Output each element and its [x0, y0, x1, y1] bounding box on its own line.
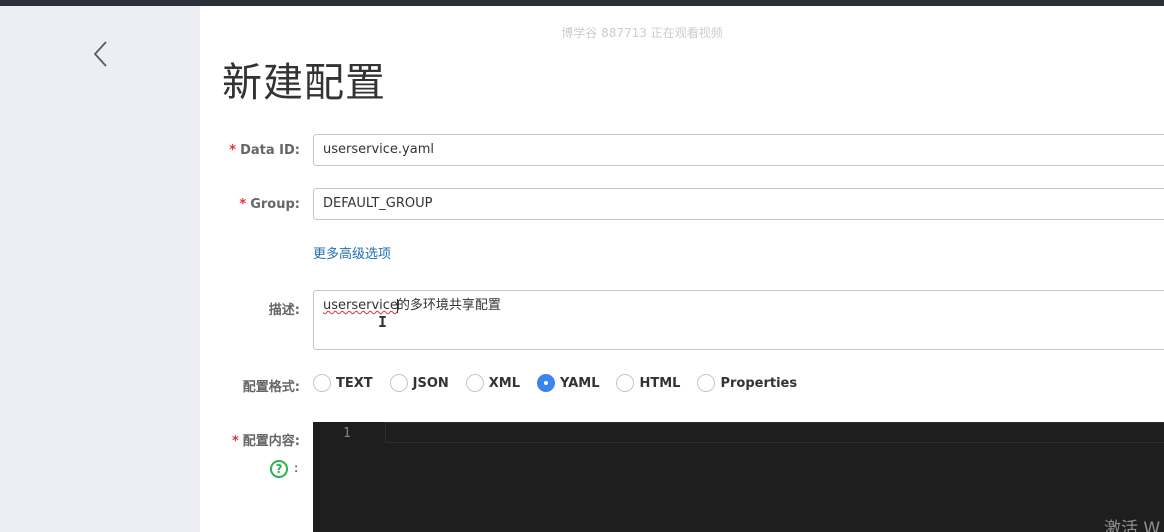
left-rail [0, 6, 200, 532]
required-mark: * [229, 143, 237, 158]
radio-circle [313, 374, 331, 392]
group-input[interactable]: DEFAULT_GROUP [313, 188, 1164, 220]
format-radio-group: TEXT JSON XML YAML HTML Properties [313, 373, 814, 393]
main-panel: 博学谷 887713 正在观看视频 新建配置 * Data ID: userser… [200, 6, 1164, 532]
radio-circle [465, 374, 484, 392]
radio-circle [697, 374, 716, 392]
format-option-properties[interactable]: Properties [697, 374, 797, 392]
description-text: 的多环境共享配置 [396, 298, 501, 313]
page-title: 新建配置 [222, 60, 386, 106]
format-option-text[interactable]: TEXT [313, 374, 373, 392]
description-textarea[interactable]: userservice的多环境共享配置 I [313, 290, 1164, 350]
required-mark: * [231, 434, 239, 449]
back-button[interactable] [88, 38, 112, 70]
description-label: 描述: [268, 303, 300, 318]
help-colon: : [294, 460, 299, 475]
current-line-highlight [385, 422, 1164, 443]
group-label: * Group: [239, 197, 300, 212]
line-number: 1 [343, 426, 351, 441]
format-option-yaml[interactable]: YAML [537, 374, 599, 392]
format-option-html[interactable]: HTML [616, 374, 680, 392]
video-watermark: 博学谷 887713 正在观看视频 [561, 26, 723, 40]
format-label: 配置格式: [242, 380, 300, 395]
data-id-label: * Data ID: [229, 143, 300, 158]
format-option-json[interactable]: JSON [389, 374, 449, 392]
chevron-left-icon [93, 41, 107, 67]
windows-activation-overlay: 激活 W [1104, 519, 1161, 532]
required-mark: * [239, 197, 247, 212]
radio-circle-selected [537, 374, 556, 392]
ibeam-cursor-icon: I [378, 313, 388, 331]
data-id-input[interactable]: userservice.yaml [313, 134, 1164, 166]
data-id-value: userservice.yaml [323, 142, 434, 157]
radio-circle [389, 374, 408, 392]
description-misspelled-text: userservice [323, 298, 398, 313]
format-option-xml[interactable]: XML [465, 374, 520, 392]
group-value: DEFAULT_GROUP [323, 196, 433, 211]
question-circle-icon[interactable]: ? [270, 460, 288, 478]
radio-circle [616, 374, 635, 392]
advanced-options-link[interactable]: 更多高级选项 [313, 243, 391, 262]
content-label: * 配置内容: [231, 434, 300, 449]
config-content-editor[interactable]: 1 [313, 422, 1164, 532]
